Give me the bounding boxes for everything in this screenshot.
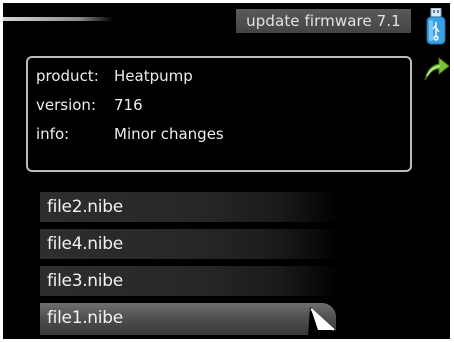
selection-corner-icon	[308, 307, 336, 335]
page-title: update firmware 7.1	[236, 9, 411, 33]
display-screen: update firmware 7.1 product: Heatpump ve…	[3, 3, 450, 339]
back-arrow-icon[interactable]	[422, 55, 450, 81]
info-value: Minor changes	[114, 125, 224, 143]
top-decoration-line	[3, 17, 113, 21]
firmware-info-panel: product: Heatpump version: 716 info: Min…	[26, 56, 412, 172]
file-list-item-selected[interactable]: file1.nibe	[40, 303, 336, 335]
info-key: product:	[36, 67, 99, 85]
file-name: file2.nibe	[47, 197, 123, 217]
file-list-item[interactable]: file4.nibe	[40, 229, 340, 259]
file-list-item[interactable]: file2.nibe	[40, 192, 340, 222]
usb-stick-icon[interactable]	[426, 7, 446, 46]
file-name: file1.nibe	[47, 308, 123, 328]
info-value: 716	[114, 96, 143, 114]
file-name: file3.nibe	[47, 271, 123, 291]
file-list-item[interactable]: file3.nibe	[40, 266, 340, 296]
info-row-version: version: 716	[36, 94, 396, 116]
info-row-info: info: Minor changes	[36, 123, 396, 145]
info-value: Heatpump	[114, 67, 193, 85]
info-key: info:	[36, 125, 70, 143]
info-row-product: product: Heatpump	[36, 65, 396, 87]
info-key: version:	[36, 96, 96, 114]
file-name: file4.nibe	[47, 234, 123, 254]
